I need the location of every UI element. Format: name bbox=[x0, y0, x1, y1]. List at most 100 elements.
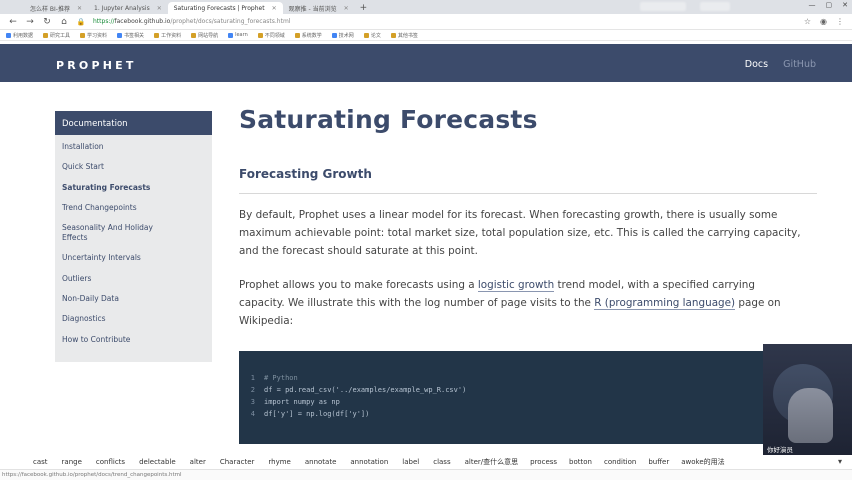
folder-icon bbox=[257, 32, 263, 38]
back-arrow-icon[interactable]: ← bbox=[8, 17, 18, 27]
paragraph-line: Wikipedia: bbox=[239, 315, 294, 327]
code-line: 1 # Python bbox=[239, 374, 298, 382]
bookmark-item[interactable]: 其他书签 bbox=[390, 32, 418, 39]
sidebar-item-outliers[interactable]: Outliers bbox=[62, 274, 212, 284]
top-nav: Docs GitHub bbox=[745, 59, 816, 70]
sidebar-item-uncertainty-intervals[interactable]: Uncertainty Intervals bbox=[62, 253, 212, 263]
bookmark-item[interactable]: 网站导航 bbox=[191, 32, 218, 39]
sidebar-item-label-cont: Effects bbox=[62, 233, 88, 243]
reload-icon[interactable]: ↻ bbox=[42, 17, 52, 27]
bookmark-item[interactable]: 不同领域 bbox=[257, 32, 285, 39]
r-language-link[interactable]: R (programming language) bbox=[594, 297, 736, 310]
tag-item[interactable]: label bbox=[402, 458, 419, 466]
tag-item[interactable]: alter/查什么意思 bbox=[465, 457, 519, 467]
blurred-region bbox=[700, 2, 730, 11]
bookmark-label: 网站导航 bbox=[198, 32, 219, 39]
lock-icon: 🔒 bbox=[76, 17, 86, 26]
logistic-growth-link[interactable]: logistic growth bbox=[477, 279, 555, 292]
tag-item[interactable]: botton bbox=[569, 458, 592, 466]
close-icon[interactable]: ✕ bbox=[272, 5, 277, 12]
bookmark-item[interactable]: 系统数学 bbox=[294, 32, 322, 39]
folder-icon bbox=[294, 32, 300, 38]
tag-item[interactable]: process bbox=[530, 458, 557, 466]
tag-strip-more-icon[interactable]: ▾ bbox=[838, 457, 842, 466]
minimize-icon[interactable]: — bbox=[809, 1, 816, 9]
blurred-region bbox=[640, 2, 686, 11]
close-icon[interactable]: ✕ bbox=[157, 5, 162, 12]
site-logo[interactable]: PROPHET bbox=[56, 59, 137, 72]
browser-tab-active[interactable]: Saturating Forecasts | Prophet ✕ bbox=[167, 2, 283, 14]
bookmark-label: 利用数据 bbox=[13, 32, 34, 39]
sidebar-item-quick-start[interactable]: Quick Start bbox=[62, 162, 212, 172]
video-overlay[interactable]: 你好演员 bbox=[763, 344, 852, 460]
bookmark-item[interactable]: 工作资料 bbox=[154, 32, 181, 39]
sidebar-item-non-daily-data[interactable]: Non-Daily Data bbox=[62, 294, 212, 304]
tag-item[interactable]: class bbox=[433, 458, 450, 466]
sidebar-item-trend-changepoints[interactable]: Trend Changepoints bbox=[62, 203, 212, 213]
folder-icon bbox=[117, 32, 123, 38]
bookmark-item[interactable]: learn bbox=[228, 32, 248, 38]
url-field[interactable]: https://facebook.github.io/prophet/docs/… bbox=[93, 18, 290, 25]
code-line: 4 df['y'] = np.log(df['y']) bbox=[239, 410, 370, 418]
tag-strip: cast range conflicts delectable alter Charact… bbox=[0, 455, 852, 469]
tag-item[interactable]: cast bbox=[33, 458, 48, 466]
folder-icon bbox=[6, 32, 11, 38]
tag-item[interactable]: Character bbox=[220, 458, 255, 466]
toolbar-icons: ☆ ◉ ⋮ bbox=[804, 17, 844, 26]
bookmark-item[interactable]: 技术网 bbox=[331, 32, 354, 39]
bookmark-item[interactable]: 学习资料 bbox=[80, 32, 107, 39]
tab-label: 1. Jupyter Analysis bbox=[94, 4, 150, 12]
bookmark-label: 系统数学 bbox=[301, 32, 322, 39]
code-line: 2 df = pd.read_csv('../examples/example_w… bbox=[239, 386, 467, 394]
home-icon[interactable]: ⌂ bbox=[59, 17, 69, 27]
tag-item[interactable]: conflicts bbox=[96, 458, 125, 466]
paragraph-logistic: Prophet allows you to make forecasts usi… bbox=[239, 276, 819, 330]
tag-item[interactable]: awoke的用法 bbox=[681, 457, 724, 467]
extension-icon[interactable]: ◉ bbox=[820, 17, 827, 26]
tag-item[interactable]: annotate bbox=[305, 458, 337, 466]
folder-icon bbox=[390, 32, 396, 38]
forward-arrow-icon[interactable]: → bbox=[25, 17, 35, 27]
bookmark-item[interactable]: 书签相关 bbox=[117, 32, 144, 39]
tag-item[interactable]: rhyme bbox=[268, 458, 290, 466]
maximize-icon[interactable]: ▢ bbox=[826, 1, 833, 9]
tag-item[interactable]: condition bbox=[604, 458, 636, 466]
site-header: PROPHET Docs GitHub bbox=[0, 44, 852, 82]
sidebar-item-seasonality[interactable]: Seasonality And Holiday Effects bbox=[62, 223, 212, 243]
tag-item[interactable]: range bbox=[62, 458, 82, 466]
close-icon[interactable]: ✕ bbox=[77, 5, 82, 12]
tab-label: 怎么样 BI-推荐 bbox=[30, 5, 70, 13]
code-block[interactable]: 1 # Python 2 df = pd.read_csv('../examples… bbox=[239, 351, 817, 444]
star-icon[interactable]: ☆ bbox=[804, 17, 811, 26]
close-window-icon[interactable]: ✕ bbox=[842, 1, 848, 9]
bookmark-label: 论文 bbox=[370, 32, 381, 39]
tag-item[interactable]: delectable bbox=[139, 458, 176, 466]
menu-icon[interactable]: ⋮ bbox=[836, 17, 844, 26]
bookmark-label: 不同领域 bbox=[264, 32, 285, 39]
new-tab-plus-icon[interactable]: + bbox=[355, 2, 373, 14]
nav-docs-link[interactable]: Docs bbox=[745, 59, 768, 70]
tag-item[interactable]: buffer bbox=[648, 458, 669, 466]
tag-item[interactable]: alter bbox=[190, 458, 206, 466]
code-text: df['y'] = np.log(df['y']) bbox=[264, 410, 370, 418]
browser-tab[interactable]: 1. Jupyter Analysis ✕ bbox=[88, 2, 168, 14]
sidebar-item-saturating-forecasts[interactable]: Saturating Forecasts bbox=[62, 183, 212, 193]
sidebar-item-how-to-contribute[interactable]: How to Contribute bbox=[62, 335, 212, 345]
browser-tab[interactable]: 观察推 - 当前浏览 ✕ bbox=[283, 2, 355, 14]
line-number: 1 bbox=[250, 374, 255, 382]
bookmark-item[interactable]: 利用数据 bbox=[6, 32, 33, 39]
bookmark-item[interactable]: 研究工具 bbox=[43, 32, 70, 39]
close-icon[interactable]: ✕ bbox=[344, 5, 349, 12]
folder-icon bbox=[331, 32, 337, 38]
code-text: df = pd.read_csv('../examples/example_wp… bbox=[264, 386, 467, 394]
sidebar-item-installation[interactable]: Installation bbox=[62, 142, 212, 152]
sidebar-item-diagnostics[interactable]: Diagnostics bbox=[62, 314, 212, 324]
main-content: Saturating Forecasts Forecasting Growth … bbox=[239, 105, 819, 327]
tag-item[interactable]: annotation bbox=[350, 458, 388, 466]
url-scheme: https:// bbox=[93, 18, 115, 25]
folder-icon bbox=[228, 32, 234, 38]
bookmark-item[interactable]: 论文 bbox=[363, 32, 381, 39]
browser-tab[interactable]: 怎么样 BI-推荐 ✕ bbox=[24, 2, 88, 14]
nav-github-link[interactable]: GitHub bbox=[783, 59, 816, 70]
text: page on bbox=[735, 297, 781, 309]
